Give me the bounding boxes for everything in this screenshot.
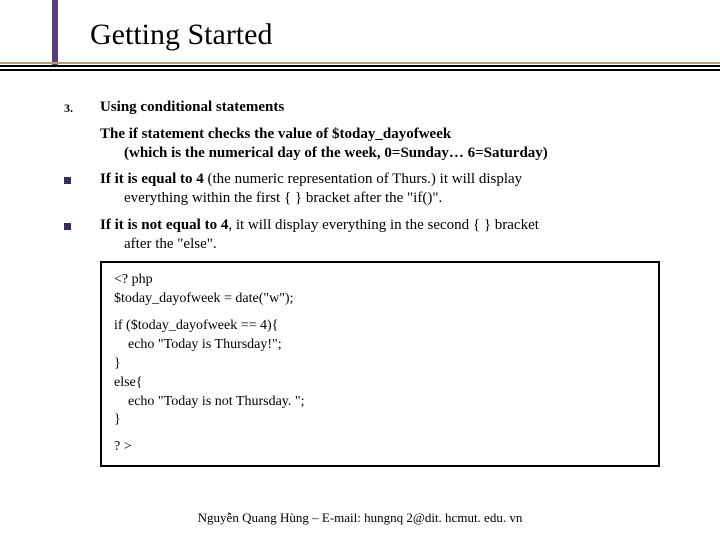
code-line: } [114, 411, 646, 430]
title-underline [0, 62, 720, 71]
code-line: ? > [114, 438, 646, 457]
accent-bar [52, 0, 58, 65]
intro-line2: (which is the numerical day of the week,… [100, 145, 548, 161]
code-box: <? php $today_dayofweek = date("w"); if … [100, 261, 660, 467]
code-line: echo "Today is Thursday!"; [114, 336, 646, 355]
code-gap [114, 430, 646, 438]
bullet1-rest1: (the numeric representation of Thurs.) i… [204, 171, 522, 187]
code-line: $today_dayofweek = date("w"); [114, 290, 646, 309]
bullet-icon [60, 216, 100, 234]
section-heading: Using conditional statements [100, 98, 680, 117]
bullet-item: If it is not equal to 4, it will display… [60, 216, 680, 254]
intro-var: $today_dayofweek [332, 126, 451, 142]
code-line: <? php [114, 271, 646, 290]
code-line: if ($today_dayofweek == 4){ [114, 317, 646, 336]
code-line: } [114, 355, 646, 374]
rule-line [0, 65, 720, 67]
intro-bold-1: The if statement checks the value of [100, 126, 332, 142]
intro-text: The if statement checks the value of $to… [60, 125, 680, 163]
code-gap [114, 309, 646, 317]
bullet2-rest1: , it will display everything in the seco… [228, 217, 539, 233]
bullet2-bold: If it is not equal to 4 [100, 217, 228, 233]
bullet-body: If it is equal to 4 (the numeric represe… [100, 170, 680, 208]
bullet1-bold: If it is equal to 4 [100, 171, 204, 187]
bullet2-rest2: after the "else". [100, 236, 217, 252]
slide-title: Getting Started [90, 18, 650, 52]
bullet-item: If it is equal to 4 (the numeric represe… [60, 170, 680, 208]
code-line: echo "Today is not Thursday. "; [114, 393, 646, 412]
bullet-icon [60, 170, 100, 188]
intro-body: The if statement checks the value of $to… [100, 125, 680, 163]
bullet-body: If it is not equal to 4, it will display… [100, 216, 680, 254]
rule-line [0, 62, 720, 64]
list-number: 3. [60, 98, 100, 116]
numbered-item: 3. Using conditional statements [60, 98, 680, 117]
title-block: Getting Started [90, 18, 650, 52]
slide: Getting Started 3. Using conditional sta… [0, 0, 720, 540]
code-line: else{ [114, 374, 646, 393]
content-area: 3. Using conditional statements The if s… [60, 98, 680, 467]
spacer [60, 125, 100, 128]
bullet1-rest2: everything within the first { } bracket … [100, 190, 442, 206]
rule-line [0, 69, 720, 71]
footer-text: Nguyễn Quang Hùng – E-mail: hungnq 2@dit… [0, 510, 720, 526]
